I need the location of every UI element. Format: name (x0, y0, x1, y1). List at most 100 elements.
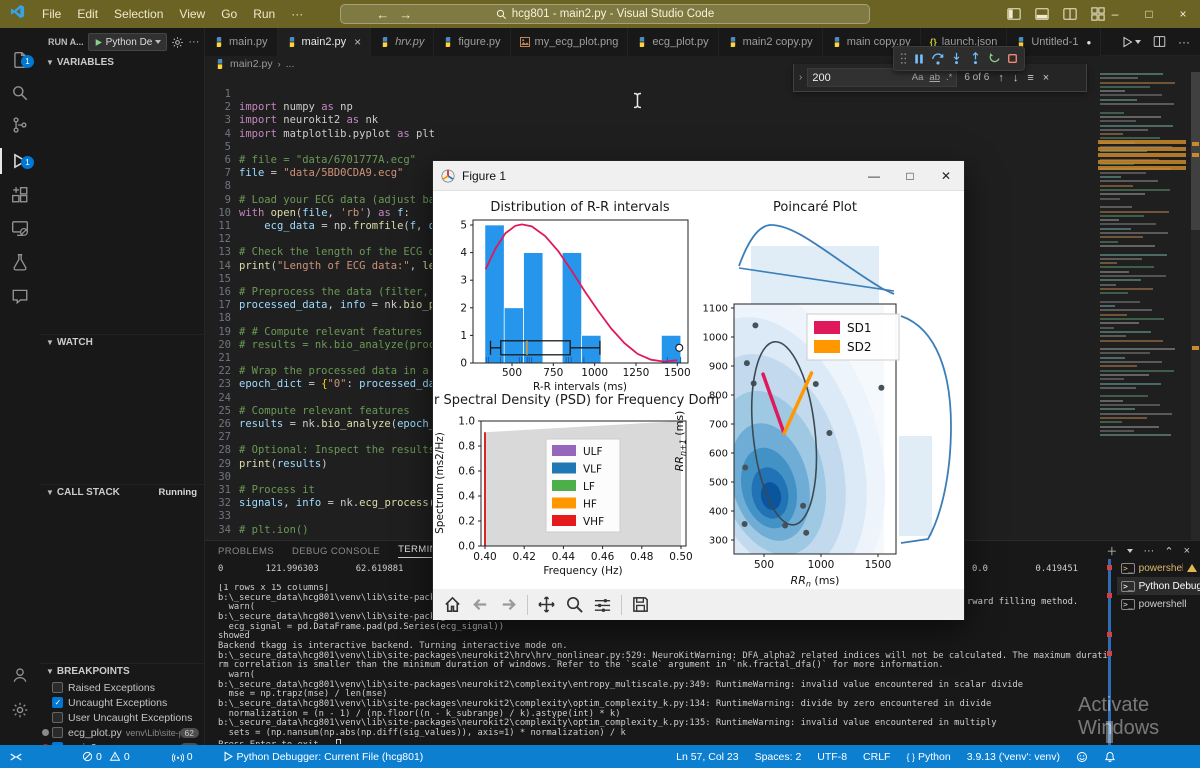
remote-indicator-icon[interactable] (10, 751, 22, 763)
editor-scrollbar[interactable] (1191, 60, 1200, 540)
tab-main-py[interactable]: main.py (205, 28, 278, 56)
menu-edit[interactable]: Edit (69, 7, 106, 21)
maximize-button[interactable]: □ (1132, 0, 1166, 28)
whole-word-icon[interactable]: ab (929, 72, 940, 83)
ports-indicator[interactable]: 0 (172, 751, 193, 763)
find-previous-icon[interactable]: ↑ (998, 72, 1004, 84)
breakpoint-checkbox[interactable] (52, 682, 63, 693)
tab-figure-py[interactable]: figure.py (434, 28, 510, 56)
code-line[interactable]: 4import matplotlib.pyplot as plt (205, 128, 1200, 141)
comments-icon[interactable] (0, 281, 40, 311)
more-actions-icon[interactable]: ··· (1143, 545, 1154, 557)
breakpoint-user-uncaught-exceptions[interactable]: User Uncaught Exceptions (40, 710, 205, 725)
breakpoint-raised-exceptions[interactable]: Raised Exceptions (40, 680, 205, 695)
home-button[interactable] (443, 595, 462, 614)
gear-icon[interactable] (171, 36, 184, 49)
account-icon[interactable] (0, 660, 40, 690)
testing-icon[interactable] (0, 247, 40, 277)
remote-explorer-icon[interactable] (0, 213, 40, 243)
tab-hrv-py[interactable]: hrv.py (371, 28, 434, 56)
zoom-button[interactable] (565, 595, 584, 614)
toggle-panel-icon[interactable] (1035, 7, 1049, 21)
maximize-panel-icon[interactable]: ⌃ (1164, 545, 1173, 558)
encoding[interactable]: UTF-8 (817, 751, 847, 763)
toggle-sidebar-icon[interactable] (1007, 7, 1021, 21)
menu-run[interactable]: Run (245, 7, 283, 21)
source-control-icon[interactable] (0, 110, 40, 140)
more-actions-icon[interactable]: ··· (188, 36, 199, 48)
minimize-button[interactable]: – (1098, 0, 1132, 28)
terminal-session-powershell[interactable]: >_powershell (1117, 595, 1200, 613)
find-in-selection-icon[interactable]: ≡ (1027, 72, 1033, 84)
minimap[interactable] (1097, 60, 1190, 560)
stop-button[interactable] (1007, 53, 1018, 64)
breakpoint-ecg-plot-py[interactable]: ecg_plot.pyvenv\Lib\site-p...62 (40, 725, 205, 740)
code-line[interactable]: 2import numpy as np (205, 101, 1200, 114)
indentation[interactable]: Spaces: 2 (755, 751, 802, 763)
regex-icon[interactable]: .* (946, 72, 952, 83)
back-button[interactable] (471, 595, 490, 614)
menu-go[interactable]: Go (213, 7, 245, 21)
configure-subplots-button[interactable] (593, 595, 612, 614)
eol-sequence[interactable]: CRLF (863, 751, 890, 763)
find-next-icon[interactable]: ↓ (1013, 72, 1019, 84)
figure-minimize-button[interactable]: — (856, 161, 892, 191)
notifications-bell-icon[interactable] (1104, 751, 1116, 763)
panel-tab-problems[interactable]: PROBLEMS (218, 546, 274, 557)
save-button[interactable] (631, 595, 650, 614)
run-debug-icon[interactable] (0, 146, 40, 176)
figure-maximize-button[interactable]: □ (892, 161, 928, 191)
restart-button[interactable] (988, 52, 1001, 65)
step-over-button[interactable] (931, 52, 945, 66)
search-icon[interactable] (0, 78, 40, 108)
breakpoint-checkbox[interactable] (52, 697, 63, 708)
feedback-icon[interactable] (1076, 751, 1088, 763)
settings-gear-icon[interactable] (0, 695, 40, 725)
more-actions-icon[interactable]: ··· (1178, 35, 1190, 49)
close-button[interactable]: × (1166, 0, 1200, 28)
step-into-button[interactable] (950, 52, 963, 65)
extensions-icon[interactable] (0, 180, 40, 210)
code-line[interactable]: 3import neurokit2 as nk (205, 114, 1200, 127)
section-watch[interactable]: ▼WATCH (40, 334, 205, 350)
code-line[interactable]: 5 (205, 141, 1200, 154)
close-find-icon[interactable]: × (1043, 72, 1049, 84)
cursor-position[interactable]: Ln 57, Col 23 (676, 751, 738, 763)
breakpoint-checkbox[interactable] (52, 727, 63, 738)
tab-my-ecg-plot-png[interactable]: my_ecg_plot.png (511, 28, 629, 56)
split-editor-icon[interactable] (1063, 7, 1077, 21)
language-mode[interactable]: { }Python (906, 751, 950, 763)
step-out-button[interactable] (969, 52, 982, 65)
chevron-down-icon[interactable] (1127, 549, 1133, 553)
section-call-stack[interactable]: ▼CALL STACK Running (40, 484, 205, 500)
match-case-icon[interactable]: Aa (912, 72, 924, 83)
panel-tab-debug-console[interactable]: DEBUG CONSOLE (292, 546, 380, 557)
run-python-file-button[interactable] (1121, 36, 1141, 48)
split-editor-icon[interactable] (1153, 35, 1166, 48)
new-terminal-icon[interactable]: ＋ (1106, 543, 1117, 559)
close-tab-icon[interactable]: × (354, 35, 361, 49)
forward-button[interactable] (499, 595, 518, 614)
debug-config-dropdown[interactable]: Python De (88, 33, 168, 51)
figure-close-button[interactable]: ✕ (928, 161, 964, 191)
menu-[interactable]: ··· (283, 7, 311, 21)
menu-selection[interactable]: Selection (106, 7, 171, 21)
pan-button[interactable] (537, 595, 556, 614)
problems-indicator[interactable]: 0 0 (82, 751, 130, 763)
tab-ecg-plot-py[interactable]: ecg_plot.py (628, 28, 718, 56)
figure-title-bar[interactable]: Figure 1 — □ ✕ (433, 161, 964, 191)
terminal-session-python-debug-[interactable]: >_Python Debug ... (1117, 577, 1200, 595)
debugger-status[interactable]: Python Debugger: Current File (hcg801) (223, 751, 424, 763)
breakpoint-uncaught-exceptions[interactable]: Uncaught Exceptions (40, 695, 205, 710)
command-center-search[interactable]: hcg801 - main2.py - Visual Studio Code (340, 4, 870, 24)
tab-main2-copy-py[interactable]: main2 copy.py (719, 28, 823, 56)
tab-main2-py[interactable]: main2.py× (278, 28, 372, 56)
find-expand-chevron[interactable]: › (794, 72, 807, 83)
python-interpreter[interactable]: 3.9.13 ('venv': venv) (967, 751, 1060, 763)
menu-file[interactable]: File (34, 7, 69, 21)
breakpoint-checkbox[interactable] (52, 712, 63, 723)
explorer-icon[interactable] (0, 45, 40, 75)
section-breakpoints[interactable]: ▼BREAKPOINTS (40, 663, 205, 679)
menu-view[interactable]: View (171, 7, 213, 21)
close-panel-icon[interactable]: × (1184, 545, 1190, 557)
